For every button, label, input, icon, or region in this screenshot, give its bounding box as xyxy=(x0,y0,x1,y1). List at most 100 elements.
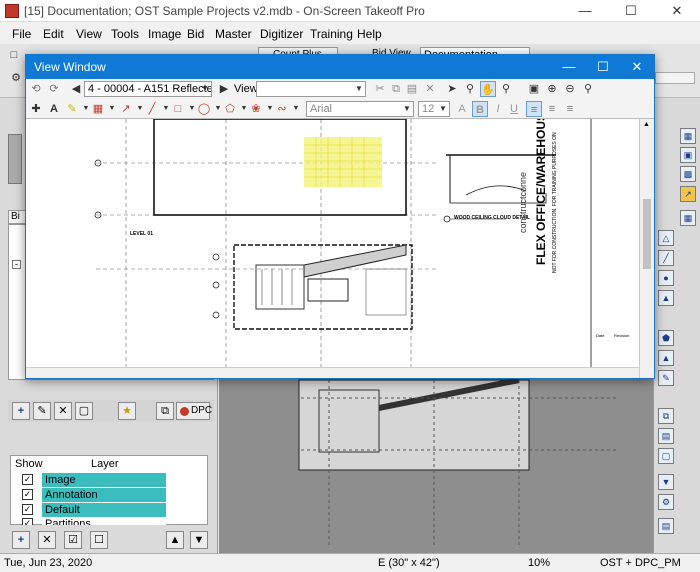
scroll-up-icon[interactable]: ▲ xyxy=(643,121,650,128)
layer-row[interactable]: ✓ Image xyxy=(12,473,188,487)
select-arrow-icon[interactable]: ➤ xyxy=(444,81,460,97)
menu-image[interactable]: Image xyxy=(148,27,181,41)
next-page-icon[interactable]: ▶ xyxy=(216,81,232,97)
text-tool-icon[interactable]: A xyxy=(46,101,62,117)
view-maximize-icon[interactable]: ☐ xyxy=(586,55,620,79)
crosshair-icon[interactable]: ✚ xyxy=(28,101,44,117)
table-icon[interactable]: ▦ xyxy=(680,210,696,226)
delete-button[interactable]: ✕ xyxy=(54,402,72,420)
check-all-button[interactable]: ☑ xyxy=(64,531,82,549)
zoom-page-icon[interactable]: ▣ xyxy=(526,81,542,97)
menu-training[interactable]: Training xyxy=(310,27,353,41)
view-window-titlebar[interactable]: View Window — ☐ ✕ xyxy=(26,55,654,79)
menu-master[interactable]: Master xyxy=(215,27,252,41)
zoom-fit-icon[interactable]: ⚲ xyxy=(580,81,596,97)
view-toolbar-1: ⟲ ⟳ ◀ 4 - 00004 - A151 Reflected Cei▼ ▶ … xyxy=(26,79,654,99)
menu-help[interactable]: Help xyxy=(357,27,382,41)
grid-view-icon[interactable]: ▦ xyxy=(680,128,696,144)
close-icon[interactable]: ✕ xyxy=(654,0,700,22)
size-combo[interactable]: 12 ▼ xyxy=(418,101,450,117)
copy-tool-icon[interactable]: ⧉ xyxy=(658,408,674,424)
star-icon[interactable]: ★ xyxy=(118,402,136,420)
layer-checkbox[interactable]: ✓ xyxy=(22,504,33,515)
layer-checkbox[interactable]: ✓ xyxy=(22,518,33,525)
layer-checkbox[interactable]: ✓ xyxy=(22,489,33,500)
view-close-icon[interactable]: ✕ xyxy=(620,55,654,79)
linear-tool-icon[interactable]: ╱ xyxy=(658,250,674,266)
view-combo[interactable]: ▼ xyxy=(256,81,366,97)
new-icon[interactable]: □ xyxy=(6,47,22,63)
menu-view[interactable]: View xyxy=(76,27,102,41)
zoom-window-icon[interactable]: ⚲ xyxy=(498,81,514,97)
back-icon[interactable]: ⟲ xyxy=(28,81,44,97)
align-center-icon[interactable]: ≡ xyxy=(544,101,560,117)
annotation-tool-icon[interactable]: ✎ xyxy=(658,370,674,386)
cut-icon[interactable]: ✂ xyxy=(372,81,388,97)
tree-expand-icon[interactable]: - xyxy=(12,260,21,269)
folder-icon[interactable]: ▢ xyxy=(75,402,93,420)
view-window[interactable]: View Window — ☐ ✕ ⟲ ⟳ ◀ 4 - 00004 - A151… xyxy=(25,54,655,379)
bold-icon[interactable]: B xyxy=(472,101,488,117)
paste-icon[interactable]: ▤ xyxy=(404,81,420,97)
align-left-icon[interactable]: ≡ xyxy=(526,101,542,117)
area-tool-icon[interactable]: △ xyxy=(658,230,674,246)
move-up-button[interactable]: ▲ xyxy=(166,531,184,549)
date-label: Date xyxy=(596,333,605,338)
forward-icon[interactable]: ⟳ xyxy=(46,81,62,97)
zoom-out-icon[interactable]: ⊖ xyxy=(562,81,578,97)
shape-tool-icon[interactable]: ▲ xyxy=(658,290,674,306)
layer-row[interactable]: ✓ Default xyxy=(12,503,188,517)
zoom-area-icon[interactable]: ▣ xyxy=(680,147,696,163)
report-tool-icon[interactable]: ▤ xyxy=(658,518,674,534)
edit-button[interactable]: ✎ xyxy=(33,402,51,420)
delete-icon[interactable]: ✕ xyxy=(422,81,438,97)
copy-icon[interactable]: ⧉ xyxy=(388,81,404,97)
layer-checkbox[interactable]: ✓ xyxy=(22,474,33,485)
filter-tool-icon[interactable]: ▼ xyxy=(658,474,674,490)
plan-viewport[interactable]: LEVEL 01 WOOD CEILING CLOUD DETAIL FLEX … xyxy=(26,119,639,367)
move-down-button[interactable]: ▼ xyxy=(190,531,208,549)
copy-icon[interactable]: ⧉ xyxy=(156,402,174,420)
size-combo-value: 12 xyxy=(422,103,435,115)
italic-icon[interactable]: I xyxy=(490,101,506,117)
polygon-tool-icon[interactable]: ⬟ xyxy=(658,330,674,346)
font-combo[interactable]: Arial ▼ xyxy=(306,101,414,117)
view-horizontal-scrollbar[interactable] xyxy=(26,367,639,378)
revision-label: Revision xyxy=(614,333,630,338)
menu-tools[interactable]: Tools xyxy=(111,27,139,41)
pointer-icon[interactable]: ↗ xyxy=(680,186,696,202)
layer-row[interactable]: ✓ Annotation xyxy=(12,488,188,502)
layers-icon[interactable]: ▩ xyxy=(680,166,696,182)
add-layer-button[interactable]: + xyxy=(12,531,30,549)
delete-layer-button[interactable]: ✕ xyxy=(38,531,56,549)
page-combo[interactable]: 4 - 00004 - A151 Reflected Cei▼ xyxy=(84,81,212,97)
paste-tool-icon[interactable]: ▤ xyxy=(658,428,674,444)
status-bar: Tue, Jun 23, 2020 E (30" x 42") 10% OST … xyxy=(0,553,700,572)
menu-bar: File Edit View Tools Image Bid Master Di… xyxy=(0,22,700,44)
menu-edit[interactable]: Edit xyxy=(43,27,64,41)
minimize-icon[interactable]: — xyxy=(562,0,608,22)
layer-row[interactable]: ✓ Partitions xyxy=(12,517,188,525)
underline-icon[interactable]: U xyxy=(506,101,522,117)
menu-file[interactable]: File xyxy=(12,27,31,41)
view-vertical-scrollbar[interactable]: ▲ xyxy=(639,119,654,378)
text-color-icon[interactable]: A xyxy=(454,101,470,117)
count-tool-icon[interactable]: ● xyxy=(658,270,674,286)
maximize-icon[interactable]: ☐ xyxy=(608,0,654,22)
dropdown-icon[interactable]: ▼ xyxy=(288,101,304,117)
add-button[interactable]: + xyxy=(12,402,30,420)
settings-tool-icon[interactable]: ⚙ xyxy=(658,494,674,510)
prev-page-icon[interactable]: ◀ xyxy=(68,81,84,97)
zoom-in-icon[interactable]: ⊕ xyxy=(544,81,560,97)
scroll-thumb[interactable] xyxy=(643,199,651,269)
page-tool-icon[interactable]: ▢ xyxy=(658,448,674,464)
pan-hand-icon[interactable]: ✋ xyxy=(480,81,496,97)
view-minimize-icon[interactable]: — xyxy=(552,55,586,79)
gear-icon[interactable]: ⚙ xyxy=(8,70,24,86)
uncheck-all-button[interactable]: ☐ xyxy=(90,531,108,549)
menu-digitizer[interactable]: Digitizer xyxy=(260,27,303,41)
menu-bid[interactable]: Bid xyxy=(187,27,204,41)
zoom-icon[interactable]: ⚲ xyxy=(462,81,478,97)
align-right-icon[interactable]: ≡ xyxy=(562,101,578,117)
cutout-tool-icon[interactable]: ▲ xyxy=(658,350,674,366)
